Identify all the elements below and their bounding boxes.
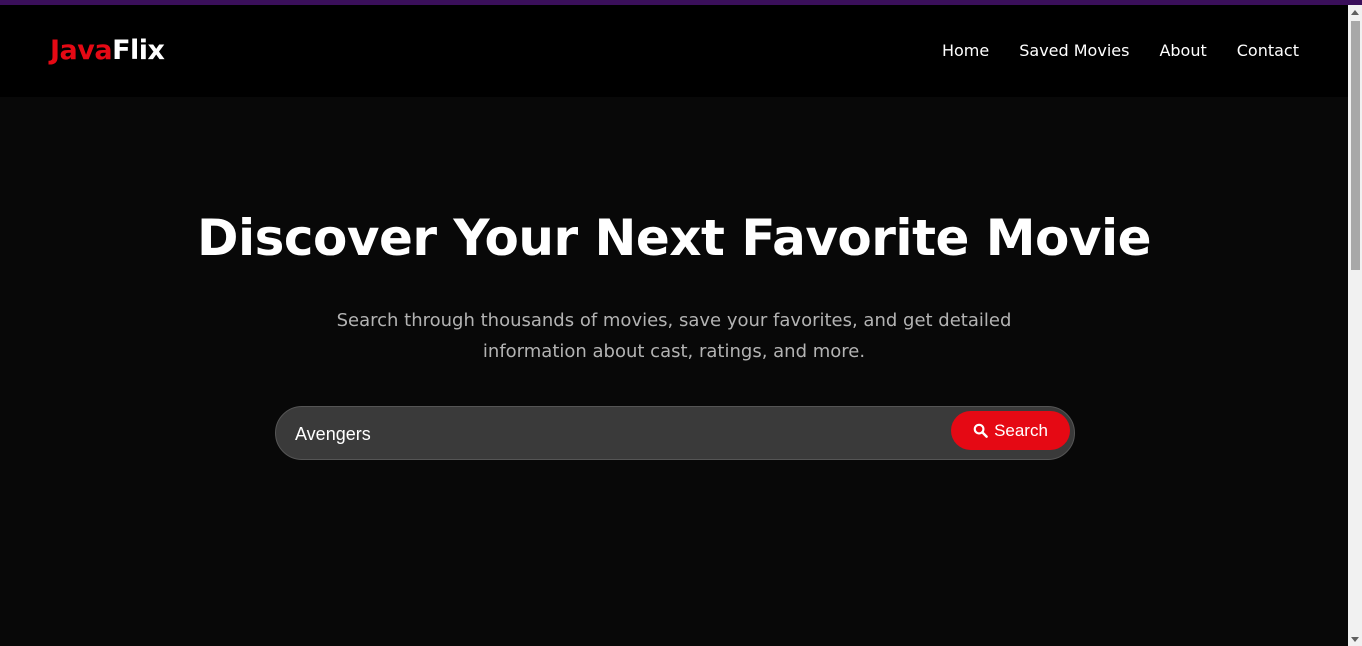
search-input[interactable] (295, 419, 945, 449)
scrollbar[interactable] (1348, 5, 1362, 646)
hero-title: Discover Your Next Favorite Movie (196, 209, 1152, 267)
scroll-thumb[interactable] (1351, 21, 1360, 270)
search-icon (973, 423, 988, 438)
logo[interactable]: JavaFlix (50, 33, 165, 69)
main-nav: Home Saved Movies About Contact (942, 40, 1299, 62)
logo-part-flix: Flix (112, 35, 165, 66)
nav-home[interactable]: Home (942, 40, 989, 62)
search-button-label: Search (994, 420, 1048, 440)
search-bar: Search (275, 406, 1075, 460)
hero-subtitle: Search through thousands of movies, save… (336, 310, 1012, 362)
page: JavaFlix Home Saved Movies About Contact… (0, 5, 1348, 646)
nav-about[interactable]: About (1159, 40, 1206, 62)
nav-saved-movies[interactable]: Saved Movies (1019, 40, 1129, 62)
nav-contact[interactable]: Contact (1237, 40, 1299, 62)
scroll-down-arrow-icon[interactable] (1351, 637, 1359, 642)
navbar: JavaFlix Home Saved Movies About Contact (0, 5, 1348, 97)
scroll-up-arrow-icon[interactable] (1351, 10, 1359, 15)
logo-part-java: Java (50, 35, 113, 66)
search-button[interactable]: Search (951, 411, 1070, 450)
